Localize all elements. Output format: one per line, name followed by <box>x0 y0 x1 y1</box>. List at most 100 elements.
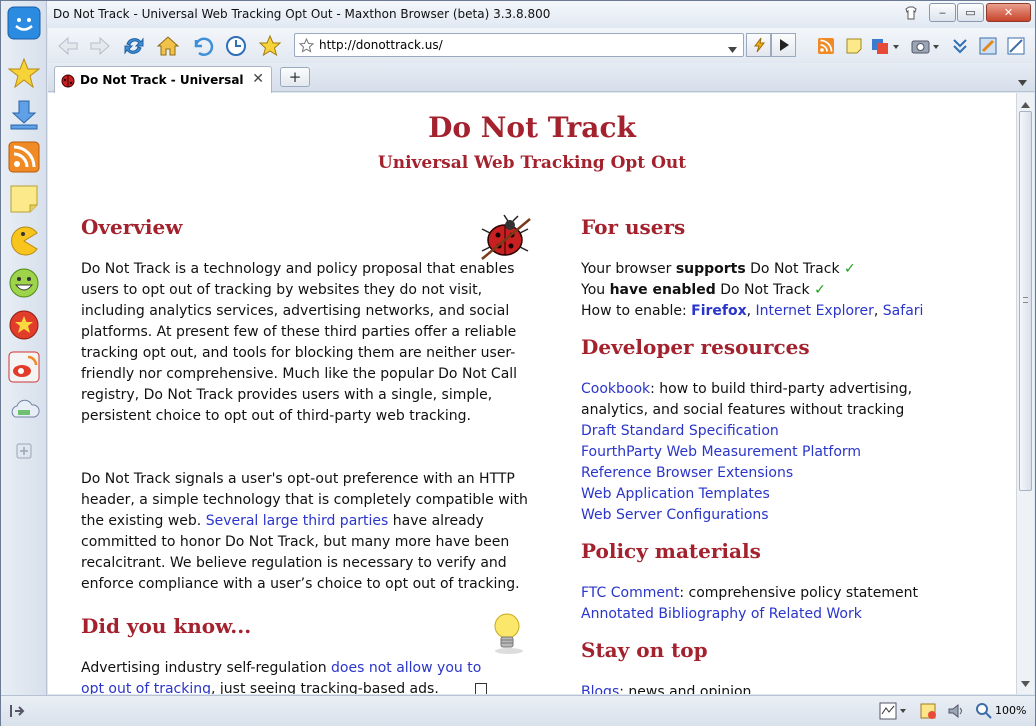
volume-icon[interactable] <box>947 702 965 723</box>
resource-sniffer-icon[interactable] <box>946 32 974 60</box>
enabled-text-c: Do Not Track <box>715 282 815 298</box>
tab-list-dropdown-icon[interactable] <box>1018 75 1027 89</box>
web-server-configs-link[interactable]: Web Server Configurations <box>581 505 769 526</box>
how-to-enable-label: How to enable: <box>581 303 692 319</box>
history-clock-icon[interactable] <box>222 32 250 60</box>
rss-icon[interactable] <box>6 139 42 175</box>
page-title: Do Not Track <box>428 111 636 144</box>
add-sidebar-item-icon[interactable] <box>6 433 42 469</box>
star-badge-icon[interactable] <box>6 307 42 343</box>
go-button[interactable] <box>771 33 796 57</box>
ftc-comment-item: FTC Comment: comprehensive policy statem… <box>581 583 918 604</box>
smiley-icon[interactable] <box>6 265 42 301</box>
cookbook-item: Cookbook: how to build third-party adver… <box>581 379 981 421</box>
enabled-line: You have enabled Do Not Track ✓ <box>581 280 826 301</box>
did-you-know-heading: Did you know... <box>81 614 252 638</box>
back-icon[interactable] <box>54 32 82 60</box>
sep-2: , <box>873 303 883 319</box>
for-users-heading: For users <box>581 215 686 239</box>
network-monitor-icon[interactable] <box>879 702 909 723</box>
sidebar-toggle-icon[interactable] <box>9 703 25 722</box>
did-you-know-text: Advertising industry self-regulation doe… <box>81 658 501 694</box>
maximize-button[interactable]: ▭ <box>957 3 984 22</box>
screenshot-icon[interactable] <box>908 32 944 60</box>
cloud-sync-icon[interactable] <box>6 391 42 427</box>
blogs-desc: : news and opinion <box>619 684 752 694</box>
safari-link[interactable]: Safari <box>883 303 924 319</box>
page-info-icon[interactable] <box>919 702 937 723</box>
rss-feed-icon[interactable] <box>812 32 840 60</box>
firefox-link[interactable]: Firefox <box>691 303 747 319</box>
skin-icon[interactable] <box>903 5 919 21</box>
internet-explorer-link[interactable]: Internet Explorer <box>756 303 874 319</box>
overview-heading: Overview <box>81 215 183 239</box>
browser-support-line: Your browser supports Do Not Track ✓ <box>581 259 856 280</box>
sidebar <box>1 1 47 701</box>
address-bar[interactable]: http://donottrack.us/ <box>294 33 744 57</box>
enabled-bold: have enabled <box>609 282 716 298</box>
undo-close-icon[interactable] <box>188 32 216 60</box>
zoom-level[interactable]: 100% <box>995 704 1026 717</box>
blogs-link[interactable]: Blogs <box>581 684 619 694</box>
web-app-templates-link[interactable]: Web Application Templates <box>581 484 770 505</box>
support-text-a: Your browser <box>581 261 676 277</box>
edit-tool-icon[interactable] <box>974 32 1002 60</box>
draft-standard-link[interactable]: Draft Standard Specification <box>581 421 779 442</box>
tab-label: Do Not Track - Universal W... <box>80 73 245 87</box>
weibo-icon[interactable] <box>6 349 42 385</box>
bibliography-link[interactable]: Annotated Bibliography of Related Work <box>581 604 862 625</box>
title-bar[interactable]: Do Not Track - Universal Web Tracking Op… <box>1 1 1035 27</box>
tab-do-not-track[interactable]: Do Not Track - Universal W... ✕ <box>54 66 272 93</box>
several-large-third-parties-link[interactable]: Several large third parties <box>206 513 389 529</box>
scrollbar-thumb[interactable] <box>1019 111 1032 491</box>
scroll-up-icon[interactable] <box>1021 97 1030 111</box>
download-icon[interactable] <box>6 97 42 133</box>
maxthon-logo-icon[interactable] <box>6 5 42 41</box>
window-title: Do Not Track - Universal Web Tracking Op… <box>53 7 551 21</box>
zoom-icon[interactable] <box>975 702 993 723</box>
scroll-down-icon[interactable] <box>1021 676 1030 690</box>
bookmark-star-icon[interactable] <box>298 37 315 56</box>
ftc-comment-link[interactable]: FTC Comment <box>581 585 679 601</box>
stay-on-top-heading: Stay on top <box>581 638 708 662</box>
browser-window: Do Not Track - Universal Web Tracking Op… <box>0 0 1036 726</box>
notepad-icon[interactable] <box>840 32 868 60</box>
forward-icon[interactable] <box>86 32 114 60</box>
address-input[interactable]: http://donottrack.us/ <box>319 38 443 52</box>
translate-icon[interactable] <box>868 32 904 60</box>
lightbulb-icon <box>490 611 528 660</box>
favorites-icon[interactable] <box>256 32 284 60</box>
policy-materials-heading: Policy materials <box>581 539 761 563</box>
did-you-know-text-b: , just seeing tracking-based ads. <box>211 681 439 694</box>
support-bold: supports <box>675 261 746 277</box>
cookbook-link[interactable]: Cookbook <box>581 381 650 397</box>
developer-resources-heading: Developer resources <box>581 335 810 359</box>
favorites-star-icon[interactable] <box>6 55 42 91</box>
toolbox-icon[interactable] <box>1002 32 1030 60</box>
home-icon[interactable] <box>154 32 182 60</box>
overview-paragraph-2: Do Not Track signals a user's opt-out pr… <box>81 469 531 595</box>
close-button[interactable]: ✕ <box>986 3 1031 22</box>
quick-action-button[interactable] <box>746 33 771 57</box>
reference-extensions-link[interactable]: Reference Browser Extensions <box>581 463 793 484</box>
page-subtitle: Universal Web Tracking Opt Out <box>377 153 687 173</box>
fourthparty-link[interactable]: FourthParty Web Measurement Platform <box>581 442 861 463</box>
sep-1: , <box>746 303 756 319</box>
vertical-scrollbar[interactable] <box>1016 93 1034 694</box>
enabled-check-icon: ✓ <box>814 282 826 298</box>
address-dropdown-icon[interactable] <box>728 42 737 56</box>
support-text-c: Do Not Track <box>745 261 845 277</box>
ladybug-favicon-icon <box>60 72 76 91</box>
overview-paragraph-1: Do Not Track is a technology and policy … <box>81 261 518 424</box>
ftc-desc: : comprehensive policy statement <box>679 585 919 601</box>
new-tab-button[interactable]: + <box>280 67 310 87</box>
notes-icon[interactable] <box>6 181 42 217</box>
pacman-game-icon[interactable] <box>6 223 42 259</box>
support-check-icon: ✓ <box>844 261 856 277</box>
minimize-button[interactable]: ‒ <box>929 3 956 22</box>
tab-close-icon[interactable]: ✕ <box>252 71 264 87</box>
tab-bar: Do Not Track - Universal W... ✕ + <box>48 63 1035 93</box>
refresh-icon[interactable] <box>120 32 148 60</box>
checkbox-icon[interactable] <box>475 683 487 694</box>
blogs-item: Blogs: news and opinion <box>581 682 751 694</box>
